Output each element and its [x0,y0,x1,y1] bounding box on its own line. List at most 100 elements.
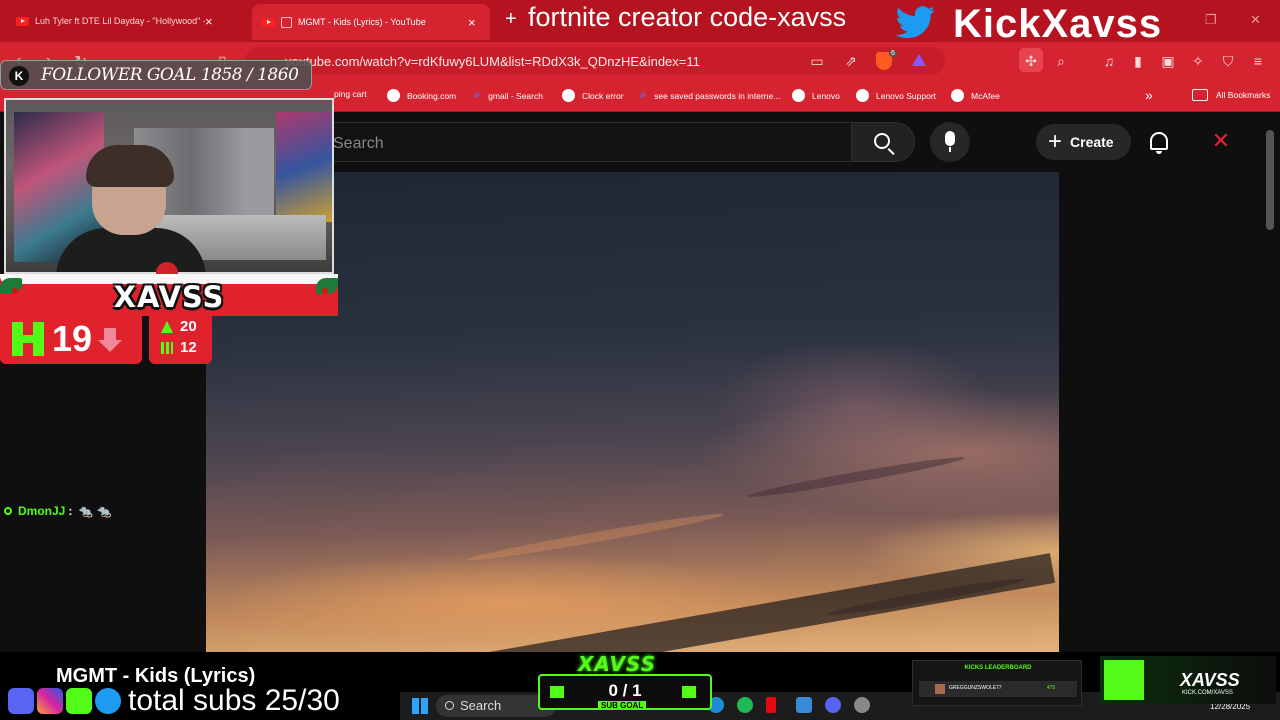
tab-mgmt-kids[interactable]: MGMT - Kids (Lyrics) - YouTube × [252,4,490,40]
screen: Luh Tyler ft DTE Lil Dayday - "Hollywood… [0,0,1280,720]
sub-goal-label: SUB GOAL [598,701,647,710]
bookmark-saved-passwords[interactable]: ⌕ see saved passwords in interne... [640,89,780,102]
viewer-count: 19 [52,318,93,359]
discord-icon[interactable] [825,697,841,713]
bookmark-label: Lenovo [812,90,840,101]
netflix-icon[interactable] [766,697,776,713]
horizon [209,553,1056,652]
bookmark-clock-error[interactable]: Clock error [562,89,624,102]
down-arrow-icon [98,328,122,352]
kicks-leaderboard: KICKS LEADERBOARD GREGGUNZSWOLE77 475 [912,660,1082,706]
close-tab-icon[interactable]: × [468,15,476,30]
vpn-icon[interactable]: ⛉ [1219,52,1237,70]
twitter-bird-icon [896,6,935,38]
sub-goal-brand: XAVSS [578,652,657,676]
bookmark-label: see saved passwords in interne... [654,90,781,101]
avatar [935,684,945,694]
more-bookmarks-icon[interactable]: » [1145,87,1153,103]
account-avatar[interactable]: ✕ [1210,130,1232,152]
bookmark-mcafee[interactable]: McAfee [951,89,1000,102]
verified-badge-icon [4,507,12,515]
cast-icon[interactable]: ▭ [808,52,826,70]
streamer-hair [86,145,174,187]
share-icon[interactable]: ⇗ [842,52,860,70]
upvote-count: 20 [180,318,197,335]
globe-icon [562,89,575,102]
kick-brand-url: KICK.COM/XAVSS [1182,690,1233,696]
kick-logo-icon [1104,660,1144,700]
search-button[interactable] [851,122,915,162]
close-tab-icon[interactable]: × [205,14,213,29]
bookmark-label: Lenovo Support [876,90,937,101]
music-icon[interactable]: ♫ [1100,52,1118,70]
discord-icon [8,688,34,714]
leaderboard-row: GREGGUNZSWOLE77 475 [919,681,1077,697]
twitter-icon [95,688,121,714]
create-button[interactable]: + Create [1036,124,1131,160]
follower-goal-widget: K FOLLOWER GOAL 1858 / 1860 [0,60,312,90]
file-explorer-icon[interactable] [796,697,812,713]
globe-icon [387,89,400,102]
microphone-stand [949,147,951,152]
settings-icon[interactable] [854,697,870,713]
puzzle-icon[interactable]: ✣ [1022,52,1040,70]
search-tab-icon[interactable]: ⌕ [1052,52,1070,70]
bars-count: 12 [180,339,197,356]
bookmark-label: McAfee [971,90,1000,101]
bar-chart-icon [161,341,173,354]
chat-emotes: 🐀 🐀 [78,504,112,518]
leo-ai-icon[interactable]: ✧ [1189,52,1207,70]
url-text: youtube.com/watch?v=rdKfuwy6LUM&list=RDd… [285,54,700,69]
kick-brand-widget: XAVSS KICK.COM/XAVSS [1100,656,1276,704]
viewer-count-card: 19 [0,314,142,364]
new-tab-button[interactable]: + [505,8,517,31]
google-icon: ⌕ [640,89,647,101]
shields-count-badge: 6 [889,50,897,57]
chat-username: DmonJJ [18,504,66,518]
globe-icon [792,89,805,102]
creator-code-banner: fortnite creator code-xavss [528,2,847,32]
folder-icon [1192,89,1208,101]
brave-rewards-icon[interactable] [912,54,926,66]
leaderboard-title: KICKS LEADERBOARD [964,665,1032,671]
tab-title: MGMT - Kids (Lyrics) - YouTube [298,17,426,27]
windows-start-icon[interactable] [412,698,428,714]
google-icon: ⌕ [474,89,481,101]
kick-brand-name: XAVSS [1180,670,1240,690]
sidebar-icon[interactable]: ▮ [1129,52,1147,70]
wallet-icon[interactable]: ▣ [1159,52,1177,70]
kick-handle-banner: KickXavss [953,2,1163,46]
spotify-icon[interactable] [737,697,753,713]
upvote-icon [161,320,173,333]
cloud-streak [746,452,966,502]
bookmark-shopping-cart[interactable]: ping cart [334,89,367,99]
kick-logo-icon: K [9,66,29,86]
voice-search-button[interactable] [930,122,970,162]
all-bookmarks-button[interactable]: All Bookmarks [1192,89,1270,101]
bookmark-lenovo[interactable]: Lenovo [792,89,840,102]
bookmark-label: All Bookmarks [1216,90,1271,100]
bookmark-label: ping cart [334,89,367,99]
tab-luh-tyler[interactable]: Luh Tyler ft DTE Lil Dayday - "Hollywood… [10,6,246,36]
close-window-icon[interactable]: ✕ [1250,12,1261,28]
page-scrollbar[interactable] [1266,130,1274,230]
bookmark-label: Booking.com [407,90,457,101]
bookmark-booking[interactable]: Booking.com [387,89,456,102]
bookmark-lenovo-support[interactable]: Lenovo Support [856,89,936,102]
streamer-nameplate: XAVSS [0,262,338,316]
menu-icon[interactable]: ≡ [1249,52,1267,70]
wall-poster [276,112,332,222]
bars-stat: 12 [161,339,197,356]
restore-window-icon[interactable]: ❐ [1205,12,1217,28]
plus-icon: + [1048,128,1063,155]
address-bar[interactable]: youtube.com/watch?v=rdKfuwy6LUM&list=RDd… [245,47,945,75]
youtube-search-input[interactable]: Search [300,122,852,162]
bookmark-gmail-search[interactable]: ⌕ gmail - Search [474,89,543,102]
notifications-bell-icon[interactable] [1150,132,1168,154]
search-icon [874,133,890,149]
create-label: Create [1070,134,1114,150]
youtube-favicon-icon [262,17,275,27]
tab-title: Luh Tyler ft DTE Lil Dayday - "Hollywood… [35,16,205,26]
streamer-name: XAVSS [113,280,225,314]
chat-separator: : [68,504,73,518]
